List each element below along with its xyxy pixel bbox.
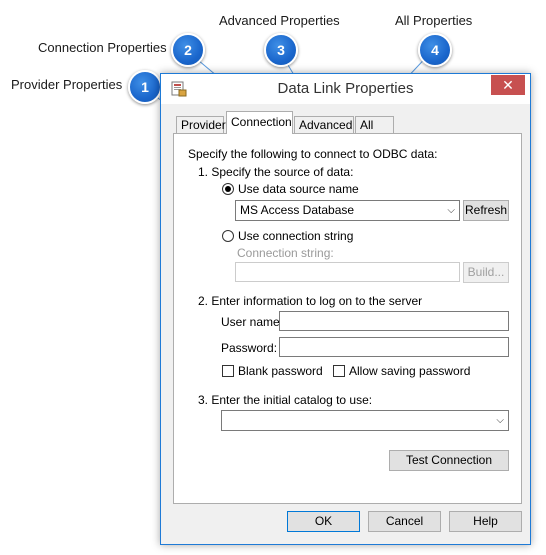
callout-badge-2: 2 <box>171 33 205 67</box>
test-connection-button[interactable]: Test Connection <box>389 450 509 471</box>
intro-text: Specify the following to connect to ODBC… <box>188 147 438 161</box>
callout-badge-3: 3 <box>264 33 298 67</box>
use-connection-string-radio[interactable] <box>222 230 234 242</box>
user-name-input[interactable] <box>279 311 509 331</box>
callout-badge-1: 1 <box>128 70 162 104</box>
data-link-properties-dialog: Data Link Properties ✕ Provider Connecti… <box>160 73 531 545</box>
callout-badge-4: 4 <box>418 33 452 67</box>
allow-saving-password-checkbox[interactable] <box>333 365 345 377</box>
password-input[interactable] <box>279 337 509 357</box>
chevron-down-icon: ⌵ <box>447 205 455 216</box>
callout-label-provider: Provider Properties <box>11 77 123 92</box>
help-button[interactable]: Help <box>449 511 522 532</box>
use-connection-string-label[interactable]: Use connection string <box>238 229 353 243</box>
connection-string-field[interactable] <box>235 262 460 282</box>
close-button[interactable]: ✕ <box>491 75 525 95</box>
build-button[interactable]: Build... <box>463 262 509 283</box>
cancel-button[interactable]: Cancel <box>368 511 441 532</box>
window-title: Data Link Properties <box>277 80 414 97</box>
password-label: Password: <box>221 341 278 355</box>
callout-label-advanced: Advanced Properties <box>219 13 340 28</box>
blank-password-label[interactable]: Blank password <box>238 364 323 378</box>
tab-advanced[interactable]: Advanced <box>294 116 354 133</box>
tab-connection[interactable]: Connection <box>226 111 293 134</box>
ok-button[interactable]: OK <box>287 511 360 532</box>
user-name-label: User name: <box>221 315 284 329</box>
use-dsn-label[interactable]: Use data source name <box>238 182 359 196</box>
title-bar[interactable]: Data Link Properties ✕ <box>161 74 530 104</box>
connection-tab-panel: Specify the following to connect to ODBC… <box>173 133 522 504</box>
use-dsn-radio[interactable] <box>222 183 234 195</box>
chevron-down-icon: ⌵ <box>496 415 504 426</box>
dsn-value: MS Access Database <box>240 203 355 217</box>
tab-all[interactable]: All <box>355 116 394 133</box>
close-icon: ✕ <box>502 77 514 93</box>
callout-label-all: All Properties <box>395 13 473 28</box>
allow-saving-password-label[interactable]: Allow saving password <box>349 364 470 378</box>
callout-label-connection: Connection Properties <box>38 40 167 55</box>
step1-heading: 1. Specify the source of data: <box>198 165 354 179</box>
refresh-button[interactable]: Refresh <box>463 200 509 221</box>
step3-heading: 3. Enter the initial catalog to use: <box>198 393 373 407</box>
step2-heading: 2. Enter information to log on to the se… <box>198 294 423 308</box>
blank-password-checkbox[interactable] <box>222 365 234 377</box>
initial-catalog-dropdown[interactable]: ⌵ <box>221 410 509 431</box>
tab-provider[interactable]: Provider <box>176 116 226 133</box>
connection-string-label: Connection string: <box>237 246 334 260</box>
dsn-dropdown[interactable]: MS Access Database ⌵ <box>235 200 460 221</box>
